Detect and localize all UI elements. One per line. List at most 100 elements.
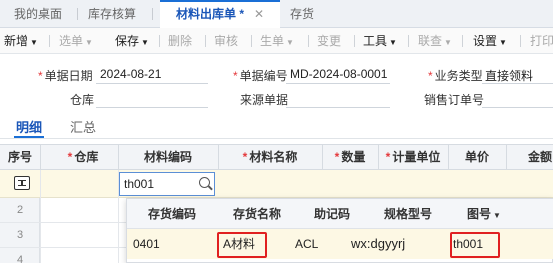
row-picker-icon[interactable] [14, 176, 30, 190]
doc-no-label-text: 单据编号 [239, 69, 288, 83]
print-label: 打印 [530, 34, 553, 48]
tab-my-desktop[interactable]: 我的桌面 [14, 0, 62, 28]
tab-inventory[interactable]: 存货 [290, 0, 314, 28]
required-marker: * [242, 150, 248, 164]
toolbar-divider [308, 35, 309, 47]
lookup-header: 存货编码 存货名称 助记码 规格型号 图号 ▼ [127, 199, 553, 229]
row-number: 3 [16, 229, 24, 241]
tab-label: 库存核算 [88, 7, 137, 21]
chevron-down-icon: ▼ [141, 38, 149, 47]
col-divider [506, 145, 507, 169]
warehouse-field[interactable] [96, 107, 208, 108]
lookup-cell-mnemonic: ACL [295, 237, 319, 251]
toolbar-divider [159, 35, 160, 47]
delete-button[interactable]: 删除 [168, 28, 192, 54]
source-doc-field[interactable] [286, 107, 390, 108]
col-divider [40, 145, 41, 169]
toolbar-divider [520, 35, 521, 47]
lookup-col-drawing[interactable]: 图号 ▼ [449, 199, 519, 229]
col-header-qty[interactable]: * 数量 [322, 145, 378, 169]
col-header-unit[interactable]: * 计量单位 [378, 145, 448, 169]
subtabs-divider [0, 138, 553, 139]
audit-label: 审核 [214, 34, 239, 48]
tab-inventory-accounting[interactable]: 库存核算 [88, 0, 136, 28]
col-header-name[interactable]: * 材料名称 [218, 145, 322, 169]
material-lookup-dropdown: 存货编码 存货名称 助记码 规格型号 图号 ▼ 0401 A材料 ACL wx:d… [126, 198, 553, 263]
table-row[interactable] [0, 170, 553, 198]
warehouse-label: 仓库 [70, 93, 95, 107]
query-button[interactable]: 联查 ▼ [418, 28, 452, 54]
search-icon[interactable] [199, 177, 210, 188]
field-underline [286, 83, 390, 84]
toolbar-divider [408, 35, 409, 47]
chevron-down-icon: ▼ [444, 38, 452, 47]
col-divider [40, 198, 41, 263]
tab-material-outbound[interactable]: 材料出库单 * ✕ [160, 0, 280, 28]
tab-divider [152, 8, 153, 20]
chevron-down-icon: ▼ [30, 38, 38, 47]
generate-label: 生单 [260, 34, 285, 48]
row-divider [0, 222, 126, 223]
tab-label: 存货 [290, 7, 315, 21]
change-button[interactable]: 变更 [317, 28, 341, 54]
lookup-cell-spec: wx:dgyyrj [351, 236, 406, 251]
toolbar-divider [251, 35, 252, 47]
chevron-down-icon: ▼ [85, 38, 93, 47]
delete-label: 删除 [168, 34, 193, 48]
select-button[interactable]: 选单 ▼ [59, 28, 93, 54]
lookup-col-code[interactable]: 存货编码 [127, 199, 217, 229]
doc-date-field[interactable]: 2024-08-21 [100, 67, 161, 81]
tools-label: 工具 [363, 34, 388, 48]
chevron-down-icon: ▼ [499, 38, 507, 47]
grid-header: 序号 * 仓库 材料编码 * 材料名称 * 数量 * 计量单位 单价 金额 [0, 144, 553, 170]
col-divider [118, 198, 119, 263]
col-header-warehouse[interactable]: * 仓库 [48, 145, 118, 169]
tab-divider [77, 8, 78, 20]
highlight-box-drawing [450, 232, 500, 258]
doc-date-label: * 单据日期 [38, 67, 93, 84]
required-marker: * [38, 69, 43, 83]
close-icon[interactable]: ✕ [254, 7, 264, 21]
tools-button[interactable]: 工具 ▼ [363, 28, 397, 54]
required-marker: * [428, 69, 433, 83]
settings-button[interactable]: 设置 ▼ [473, 28, 507, 54]
sales-order-label: 销售订单号 [424, 93, 485, 107]
generate-button[interactable]: 生单 ▼ [260, 28, 294, 54]
sales-order-field[interactable] [482, 107, 553, 108]
lookup-col-drawing-text: 图号 [467, 207, 492, 221]
biz-type-field[interactable]: 直接领料 [485, 67, 533, 84]
field-underline [96, 83, 208, 84]
lookup-col-spec[interactable]: 规格型号 [367, 199, 449, 229]
add-button[interactable]: 新增 ▼ [4, 28, 38, 54]
sort-down-icon[interactable]: ▼ [493, 211, 501, 220]
add-label: 新增 [4, 34, 29, 48]
col-header-seq[interactable]: 序号 [0, 145, 40, 169]
print-button[interactable]: 打印 [530, 28, 553, 54]
audit-button[interactable]: 审核 [214, 28, 238, 54]
col-divider [40, 170, 41, 198]
required-marker: * [385, 150, 391, 164]
settings-label: 设置 [473, 34, 498, 48]
row-divider [0, 247, 126, 248]
col-header-code[interactable]: 材料编码 [118, 145, 218, 169]
tab-label: 我的桌面 [14, 7, 63, 21]
tab-bar: 我的桌面 库存核算 材料出库单 * ✕ 存货 [0, 0, 553, 28]
row-number: 2 [16, 204, 24, 216]
lookup-col-name[interactable]: 存货名称 [217, 199, 297, 229]
subtab-detail[interactable]: 明细 [16, 117, 42, 136]
row-number: 4 [16, 254, 24, 263]
col-header-price[interactable]: 单价 [448, 145, 506, 169]
source-doc-label: 来源单据 [240, 93, 289, 107]
doc-date-label-text: 单据日期 [44, 69, 93, 83]
col-header-amount[interactable]: 金额 [510, 145, 553, 169]
doc-no-field[interactable]: MD-2024-08-0001 [290, 67, 387, 81]
col-header-warehouse-text: 仓库 [74, 150, 99, 164]
save-button[interactable]: 保存 ▼ [115, 28, 149, 54]
biz-type-label-text: 业务类型 [434, 69, 483, 83]
toolbar-divider [49, 35, 50, 47]
required-marker: * [233, 69, 238, 83]
subtab-summary[interactable]: 汇总 [70, 117, 96, 136]
toolbar-divider [462, 35, 463, 47]
lookup-col-mnemonic[interactable]: 助记码 [297, 199, 367, 229]
chevron-down-icon: ▼ [389, 38, 397, 47]
